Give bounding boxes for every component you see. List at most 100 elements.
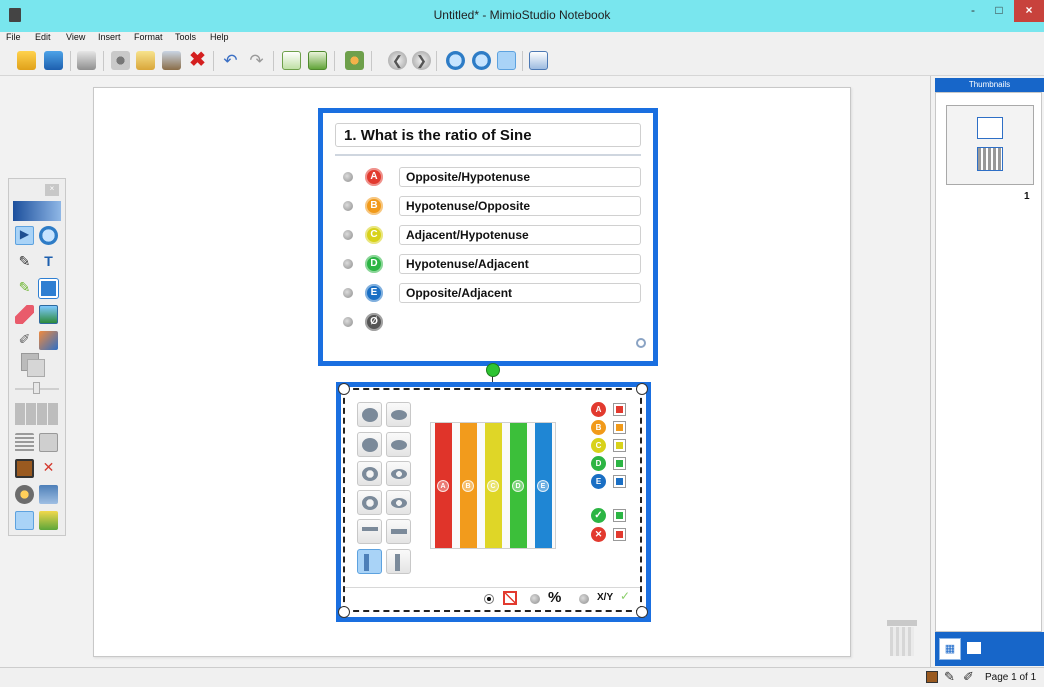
tools-status-icon[interactable]: ✐ bbox=[963, 669, 974, 685]
print-icon[interactable] bbox=[77, 51, 96, 70]
legend-c-checkbox[interactable] bbox=[613, 439, 626, 452]
legend-incorrect-checkbox[interactable] bbox=[613, 528, 626, 541]
line-style-icon[interactable] bbox=[15, 403, 59, 425]
answer-e-radio[interactable] bbox=[343, 288, 353, 298]
answer-e-field[interactable]: Opposite/Adjacent bbox=[399, 283, 641, 303]
chart-type-pie-button[interactable] bbox=[357, 402, 382, 427]
delete-icon[interactable]: ✖ bbox=[188, 50, 207, 70]
eraser-tool-icon[interactable] bbox=[15, 305, 34, 324]
answer-c-radio[interactable] bbox=[343, 230, 353, 240]
chart-type-hbar-3d-button[interactable] bbox=[386, 519, 411, 544]
line-width-slider-thumb[interactable] bbox=[33, 382, 40, 394]
zoom-out-icon[interactable] bbox=[472, 51, 491, 70]
undo-icon[interactable]: ↶ bbox=[221, 51, 240, 70]
zoom-fit-icon[interactable] bbox=[497, 51, 516, 70]
thumbnail-page[interactable] bbox=[946, 105, 1034, 185]
new-page-icon[interactable] bbox=[282, 51, 301, 70]
chart-type-vbar-button[interactable] bbox=[357, 549, 382, 574]
view-mode-icon[interactable] bbox=[529, 51, 548, 70]
collaboration-icon[interactable] bbox=[39, 511, 58, 530]
zoom-tool-icon[interactable] bbox=[39, 226, 58, 245]
grid-icon[interactable] bbox=[15, 433, 34, 452]
recorder-icon[interactable] bbox=[15, 485, 34, 504]
text-tool-icon[interactable]: T bbox=[39, 253, 58, 272]
fill-tool-icon[interactable] bbox=[39, 331, 58, 350]
resize-handle-bottom-right[interactable] bbox=[636, 606, 648, 618]
chart-type-donut-3d-button[interactable] bbox=[386, 461, 411, 486]
menu-format[interactable]: Format bbox=[134, 32, 163, 42]
gear-icon[interactable] bbox=[636, 338, 646, 348]
menu-edit[interactable]: Edit bbox=[35, 32, 51, 42]
chart-type-pie-exploded-button[interactable] bbox=[357, 432, 382, 457]
chart-type-donut-exploded-button[interactable] bbox=[357, 490, 382, 515]
rotate-handle[interactable] bbox=[486, 363, 500, 377]
answer-d-field[interactable]: Hypotenuse/Adjacent bbox=[399, 254, 641, 274]
menu-view[interactable]: View bbox=[66, 32, 85, 42]
trash-icon[interactable] bbox=[887, 620, 917, 656]
redo-icon[interactable]: ↷ bbox=[247, 51, 266, 70]
legend-d-checkbox[interactable] bbox=[613, 457, 626, 470]
screen-annotation-icon[interactable] bbox=[39, 485, 58, 504]
display-ratio-radio[interactable] bbox=[579, 594, 589, 604]
minimize-button[interactable]: - bbox=[960, 0, 986, 22]
answer-b-radio[interactable] bbox=[343, 201, 353, 211]
pen-tool-icon[interactable]: ✎ bbox=[15, 253, 34, 272]
chart-type-donut-3d-exploded-button[interactable] bbox=[386, 490, 411, 515]
menu-help[interactable]: Help bbox=[210, 32, 229, 42]
paste-icon[interactable] bbox=[162, 51, 181, 70]
thumbnails-view-icon[interactable]: ▦ bbox=[939, 638, 961, 660]
folder-view-icon[interactable] bbox=[967, 642, 981, 654]
save-icon[interactable] bbox=[44, 51, 63, 70]
image-tool-icon[interactable] bbox=[39, 305, 58, 324]
resize-handle-bottom-left[interactable] bbox=[338, 606, 350, 618]
no-answer-radio[interactable] bbox=[343, 317, 353, 327]
vote-mode-icon[interactable] bbox=[15, 511, 34, 530]
resize-handle-top-left[interactable] bbox=[338, 383, 350, 395]
group-icon[interactable] bbox=[345, 51, 364, 70]
chart-type-pie-3d-exploded-button[interactable] bbox=[386, 432, 411, 457]
answer-a-field[interactable]: Opposite/Hypotenuse bbox=[399, 167, 641, 187]
menu-file[interactable]: File bbox=[6, 32, 21, 42]
open-icon[interactable] bbox=[17, 51, 36, 70]
reveal-icon[interactable]: ✕ bbox=[39, 459, 58, 478]
legend-a-checkbox[interactable] bbox=[613, 403, 626, 416]
previous-page-icon[interactable]: ❮ bbox=[388, 51, 407, 70]
question-object[interactable]: 1. What is the ratio of Sine A Opposite/… bbox=[318, 108, 658, 366]
next-page-icon[interactable]: ❯ bbox=[412, 51, 431, 70]
answer-a-radio[interactable] bbox=[343, 172, 353, 182]
chart-type-donut-button[interactable] bbox=[357, 461, 382, 486]
select-tool-icon[interactable]: ▶ bbox=[15, 226, 34, 245]
answer-d-radio[interactable] bbox=[343, 259, 353, 269]
chart-type-hbar-button[interactable] bbox=[357, 519, 382, 544]
resize-handle-top-right[interactable] bbox=[636, 383, 648, 395]
screen-clip-icon[interactable] bbox=[39, 433, 58, 452]
legend-e-checkbox[interactable] bbox=[613, 475, 626, 488]
close-button[interactable]: × bbox=[1014, 0, 1044, 22]
bar-d-label: D bbox=[512, 480, 524, 492]
menu-insert[interactable]: Insert bbox=[98, 32, 121, 42]
legend-b-checkbox[interactable] bbox=[613, 421, 626, 434]
hbar-3d-icon bbox=[391, 529, 407, 534]
eyedropper-tool-icon[interactable]: ✐ bbox=[15, 331, 34, 350]
chart-type-pie-3d-button[interactable] bbox=[386, 402, 411, 427]
highlighter-tool-icon[interactable]: ✎ bbox=[15, 279, 34, 298]
answer-c-field[interactable]: Adjacent/Hypotenuse bbox=[399, 225, 641, 245]
menu-tools[interactable]: Tools bbox=[175, 32, 196, 42]
copy-icon[interactable] bbox=[136, 51, 155, 70]
zoom-in-icon[interactable] bbox=[446, 51, 465, 70]
shape-tool-icon[interactable] bbox=[38, 278, 59, 299]
chart-type-vbar-3d-button[interactable] bbox=[386, 549, 411, 574]
display-percent-radio[interactable] bbox=[530, 594, 540, 604]
duplicate-page-icon[interactable] bbox=[308, 51, 327, 70]
spotlight-status-icon[interactable] bbox=[926, 671, 938, 683]
cut-icon[interactable] bbox=[111, 51, 130, 70]
line-color-swatch[interactable] bbox=[27, 359, 45, 377]
spotlight-icon[interactable] bbox=[15, 459, 34, 478]
answer-b-field[interactable]: Hypotenuse/Opposite bbox=[399, 196, 641, 216]
pen-status-icon[interactable]: ✎ bbox=[944, 669, 955, 685]
palette-close-icon[interactable]: × bbox=[45, 184, 59, 196]
legend-correct-checkbox[interactable] bbox=[613, 509, 626, 522]
maximize-button[interactable]: □ bbox=[986, 0, 1012, 22]
question-title-field[interactable]: 1. What is the ratio of Sine bbox=[335, 123, 641, 147]
display-none-radio[interactable] bbox=[484, 594, 494, 604]
